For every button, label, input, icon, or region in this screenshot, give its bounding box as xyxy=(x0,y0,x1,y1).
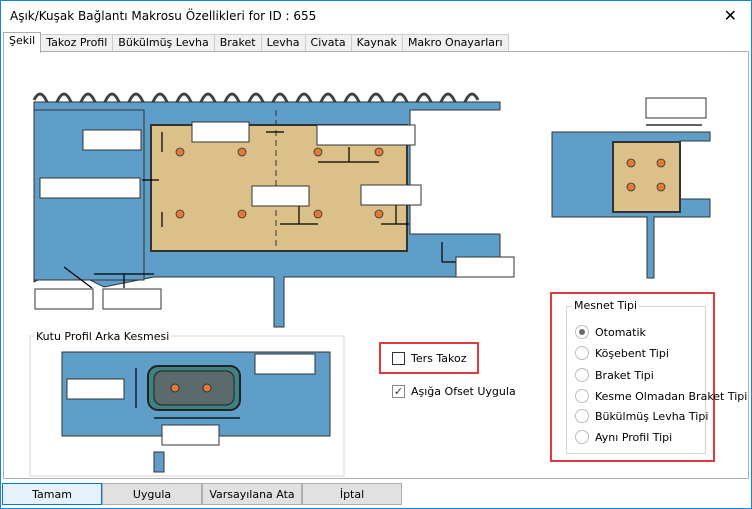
side-view-plate xyxy=(612,141,681,213)
radio-label: Braket Tipi xyxy=(595,368,654,382)
radio-icon[interactable] xyxy=(575,409,589,423)
radio-otomatik[interactable]: Otomatik xyxy=(575,325,646,339)
tab-braket[interactable]: Braket xyxy=(213,34,262,52)
bolt-mark xyxy=(313,209,323,219)
dim-box xyxy=(66,378,125,400)
bolt-mark xyxy=(237,147,247,157)
radio-label: Kesme Olmadan Braket Tipi xyxy=(595,389,748,403)
dim-box xyxy=(102,288,162,310)
radio-braket[interactable]: Braket Tipi xyxy=(575,368,654,382)
radio-icon[interactable] xyxy=(575,346,589,360)
dim-box xyxy=(82,129,142,151)
defaults-button[interactable]: Varsayılana Ata xyxy=(202,483,302,505)
dim-box xyxy=(254,353,316,375)
bolt-mark xyxy=(656,182,666,192)
radio-bukulmus-levha[interactable]: Bükülmüş Levha Tipi xyxy=(575,409,708,423)
radio-label: Bükülmüş Levha Tipi xyxy=(595,409,709,423)
box-profile-title: Kutu Profil Arka Kesmesi xyxy=(34,330,172,343)
tab-sekil[interactable]: Şekil xyxy=(3,32,42,53)
ters-takoz-label: Ters Takoz xyxy=(411,352,467,365)
tab-bukulmus-levha[interactable]: Bükülmüş Levha xyxy=(112,34,215,52)
dim-box xyxy=(645,97,707,119)
bolt-mark xyxy=(175,209,185,219)
bolt-mark xyxy=(374,209,384,219)
tab-takoz-profil[interactable]: Takoz Profil xyxy=(40,34,114,52)
bolt-mark xyxy=(374,147,384,157)
dim-box xyxy=(316,124,416,146)
radio-kosebent[interactable]: Köşebent Tipi xyxy=(575,346,669,360)
bolt-mark xyxy=(626,182,636,192)
ters-takoz-checkbox[interactable]: Ters Takoz xyxy=(392,352,467,365)
tab-makro-onayarlari[interactable]: Makro Onayarları xyxy=(401,34,509,52)
support-type-title: Mesnet Tipi xyxy=(572,299,640,312)
dim-box xyxy=(161,424,220,446)
dim-box xyxy=(39,177,141,199)
radio-ayni-profil[interactable]: Aynı Profil Tipi xyxy=(575,430,672,444)
dim-box xyxy=(191,121,250,143)
dim-box xyxy=(251,185,310,207)
radio-label: Otomatik xyxy=(595,325,646,339)
dim-box xyxy=(360,184,422,206)
radio-label: Aynı Profil Tipi xyxy=(595,430,673,444)
bolt-mark xyxy=(313,147,323,157)
bolt-mark xyxy=(170,383,180,393)
ok-button[interactable]: Tamam xyxy=(2,483,102,505)
radio-label: Köşebent Tipi xyxy=(595,346,669,360)
radio-icon[interactable] xyxy=(575,430,589,444)
bolt-mark xyxy=(237,209,247,219)
tab-strip: Şekil Takoz Profil Bükülmüş Levha Braket… xyxy=(3,32,509,53)
dim-box xyxy=(34,288,94,310)
tab-kaynak[interactable]: Kaynak xyxy=(350,34,403,52)
close-icon[interactable]: ✕ xyxy=(724,6,737,25)
radio-icon[interactable] xyxy=(575,368,589,382)
bolt-mark xyxy=(656,158,666,168)
window-title: Aşık/Kuşak Bağlantı Makrosu Özellikleri … xyxy=(10,9,317,23)
tab-civata[interactable]: Civata xyxy=(304,34,352,52)
cancel-button[interactable]: İptal xyxy=(302,483,402,505)
bolt-mark xyxy=(175,147,185,157)
title-bar: Aşık/Kuşak Bağlantı Makrosu Özellikleri … xyxy=(1,1,751,31)
checkbox-box[interactable] xyxy=(392,352,405,365)
bolt-mark xyxy=(202,383,212,393)
tab-panel-sekil: Kutu Profil Arka Kesmesi Ters Takoz ✓ Aş… xyxy=(3,51,749,479)
checkbox-checked-icon[interactable]: ✓ xyxy=(392,385,405,398)
radio-icon[interactable] xyxy=(575,389,589,403)
button-bar: Tamam Uygula Varsayılana Ata İptal xyxy=(2,483,402,505)
tab-levha[interactable]: Levha xyxy=(260,34,306,52)
ofset-checkbox[interactable]: ✓ Aşığa Ofset Uygula xyxy=(392,385,516,398)
dim-box xyxy=(455,256,515,278)
dialog-window: Aşık/Kuşak Bağlantı Makrosu Özellikleri … xyxy=(0,0,752,509)
bolt-mark xyxy=(626,158,636,168)
radio-kesme-olmadan-braket[interactable]: Kesme Olmadan Braket Tipi xyxy=(575,389,747,403)
apply-button[interactable]: Uygula xyxy=(102,483,202,505)
radio-selected-icon[interactable] xyxy=(575,325,589,339)
ofset-label: Aşığa Ofset Uygula xyxy=(411,385,516,398)
